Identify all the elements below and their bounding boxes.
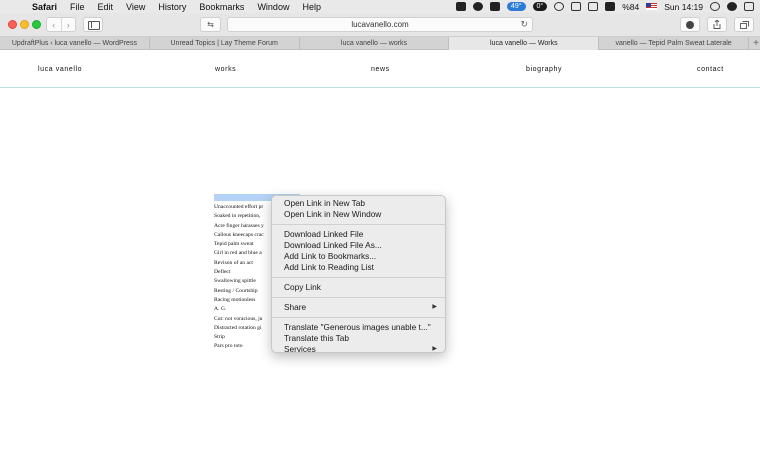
tab-works-lower[interactable]: luca vanello — works bbox=[300, 37, 450, 50]
forward-button[interactable]: › bbox=[62, 18, 76, 31]
menu-separator bbox=[272, 297, 445, 298]
download-icon bbox=[686, 20, 694, 29]
nav-news-link[interactable]: news bbox=[371, 66, 390, 73]
new-tab-button[interactable]: + bbox=[752, 37, 760, 49]
tab-tepid-palm-sweat[interactable]: vanello — Tepid Palm Sweat Laterale bbox=[599, 37, 749, 50]
notification-center-icon[interactable] bbox=[744, 2, 754, 11]
minimize-window-button[interactable] bbox=[20, 20, 29, 29]
menu-copy-link[interactable]: Copy Link bbox=[272, 282, 445, 293]
zoom-window-button[interactable] bbox=[32, 20, 41, 29]
menu-file[interactable]: File bbox=[70, 2, 85, 12]
menu-safari[interactable]: Safari bbox=[32, 2, 57, 12]
tab-overview-icon bbox=[739, 20, 749, 29]
url-text: lucavanello.com bbox=[351, 20, 409, 29]
clock[interactable]: Sun 14:19 bbox=[664, 2, 703, 12]
browser-toolbar: ‹ › ⇆ lucavanello.com ↻ bbox=[0, 13, 760, 37]
time-machine-icon[interactable] bbox=[554, 2, 565, 11]
dropbox-icon[interactable] bbox=[489, 2, 500, 11]
nav-buttons: ‹ › bbox=[46, 17, 76, 32]
back-button[interactable]: ‹ bbox=[47, 18, 62, 31]
menu-history[interactable]: History bbox=[158, 2, 186, 12]
wifi-icon[interactable] bbox=[588, 2, 599, 11]
tab-updraftplus[interactable]: UpdraftPlus ‹ luca vanello — WordPress bbox=[0, 37, 150, 50]
nav-home-link[interactable]: luca vanello bbox=[38, 66, 82, 73]
nav-biography-link[interactable]: biography bbox=[526, 66, 562, 73]
temperature-badge[interactable]: 0° bbox=[532, 2, 548, 11]
submenu-arrow-icon: ▶ bbox=[432, 304, 437, 310]
menu-translate-selection[interactable]: Translate "Generous images unable t..." bbox=[272, 322, 445, 333]
menu-services[interactable]: Services ▶ bbox=[272, 344, 445, 355]
tab-overview-button[interactable] bbox=[734, 17, 754, 32]
context-menu: Open Link in New Tab Open Link in New Wi… bbox=[271, 195, 446, 355]
apple-menu-icon[interactable] bbox=[12, 2, 22, 12]
site-navigation: luca vanello works news biography contac… bbox=[0, 51, 760, 88]
menu-add-link-to-reading-list[interactable]: Add Link to Reading List bbox=[272, 262, 445, 273]
screen: Safari File Edit View History Bookmarks … bbox=[0, 0, 760, 475]
menu-separator bbox=[272, 277, 445, 278]
menu-separator bbox=[272, 317, 445, 318]
spotlight-icon[interactable] bbox=[710, 2, 720, 11]
reload-icon[interactable]: ↻ bbox=[520, 19, 528, 30]
menu-open-link-new-tab[interactable]: Open Link in New Tab bbox=[272, 198, 445, 209]
menu-share[interactable]: Share ▶ bbox=[272, 302, 445, 313]
weather-badge[interactable]: 49° bbox=[506, 2, 526, 11]
reader-button[interactable]: ⇆ bbox=[200, 17, 221, 32]
menu-add-link-to-bookmarks[interactable]: Add Link to Bookmarks... bbox=[272, 251, 445, 262]
submenu-arrow-icon: ▶ bbox=[432, 346, 437, 352]
tab-bar: UpdraftPlus ‹ luca vanello — WordPress U… bbox=[0, 37, 760, 50]
nav-contact-link[interactable]: contact bbox=[697, 66, 724, 73]
tab-lay-theme-forum[interactable]: Unread Topics | Lay Theme Forum bbox=[150, 37, 300, 50]
chat-icon[interactable] bbox=[472, 2, 483, 11]
menu-separator bbox=[272, 224, 445, 225]
menu-view[interactable]: View bbox=[126, 2, 145, 12]
battery-percent[interactable]: %84 bbox=[622, 2, 639, 12]
menu-window[interactable]: Window bbox=[257, 2, 289, 12]
menu-edit[interactable]: Edit bbox=[98, 2, 114, 12]
nav-works-link[interactable]: works bbox=[215, 66, 236, 73]
menu-services-label: Services bbox=[284, 344, 316, 354]
menu-download-linked-file-as[interactable]: Download Linked File As... bbox=[272, 240, 445, 251]
user-icon[interactable] bbox=[727, 2, 737, 11]
menu-translate-tab[interactable]: Translate this Tab bbox=[272, 333, 445, 344]
menu-bookmarks[interactable]: Bookmarks bbox=[199, 2, 244, 12]
status-area: 49° 0° %84 Sun 14:19 bbox=[455, 0, 754, 13]
flag-icon[interactable] bbox=[646, 3, 658, 10]
menu-bar: Safari File Edit View History Bookmarks … bbox=[0, 0, 760, 13]
downloads-button[interactable] bbox=[680, 17, 700, 32]
share-button[interactable] bbox=[707, 17, 727, 32]
menu-open-link-new-window[interactable]: Open Link in New Window bbox=[272, 209, 445, 220]
close-window-button[interactable] bbox=[8, 20, 17, 29]
address-bar[interactable]: lucavanello.com ↻ bbox=[227, 17, 533, 32]
tab-works-active[interactable]: luca vanello — Works bbox=[449, 37, 600, 50]
volume-icon[interactable] bbox=[605, 2, 616, 11]
menu-download-linked-file[interactable]: Download Linked File bbox=[272, 229, 445, 240]
menu-help[interactable]: Help bbox=[302, 2, 321, 12]
bluetooth-icon[interactable] bbox=[571, 2, 582, 11]
skype-icon[interactable] bbox=[455, 2, 466, 11]
sidebar-toggle-button[interactable] bbox=[83, 17, 103, 32]
menu-share-label: Share bbox=[284, 302, 307, 312]
share-icon bbox=[713, 20, 721, 29]
